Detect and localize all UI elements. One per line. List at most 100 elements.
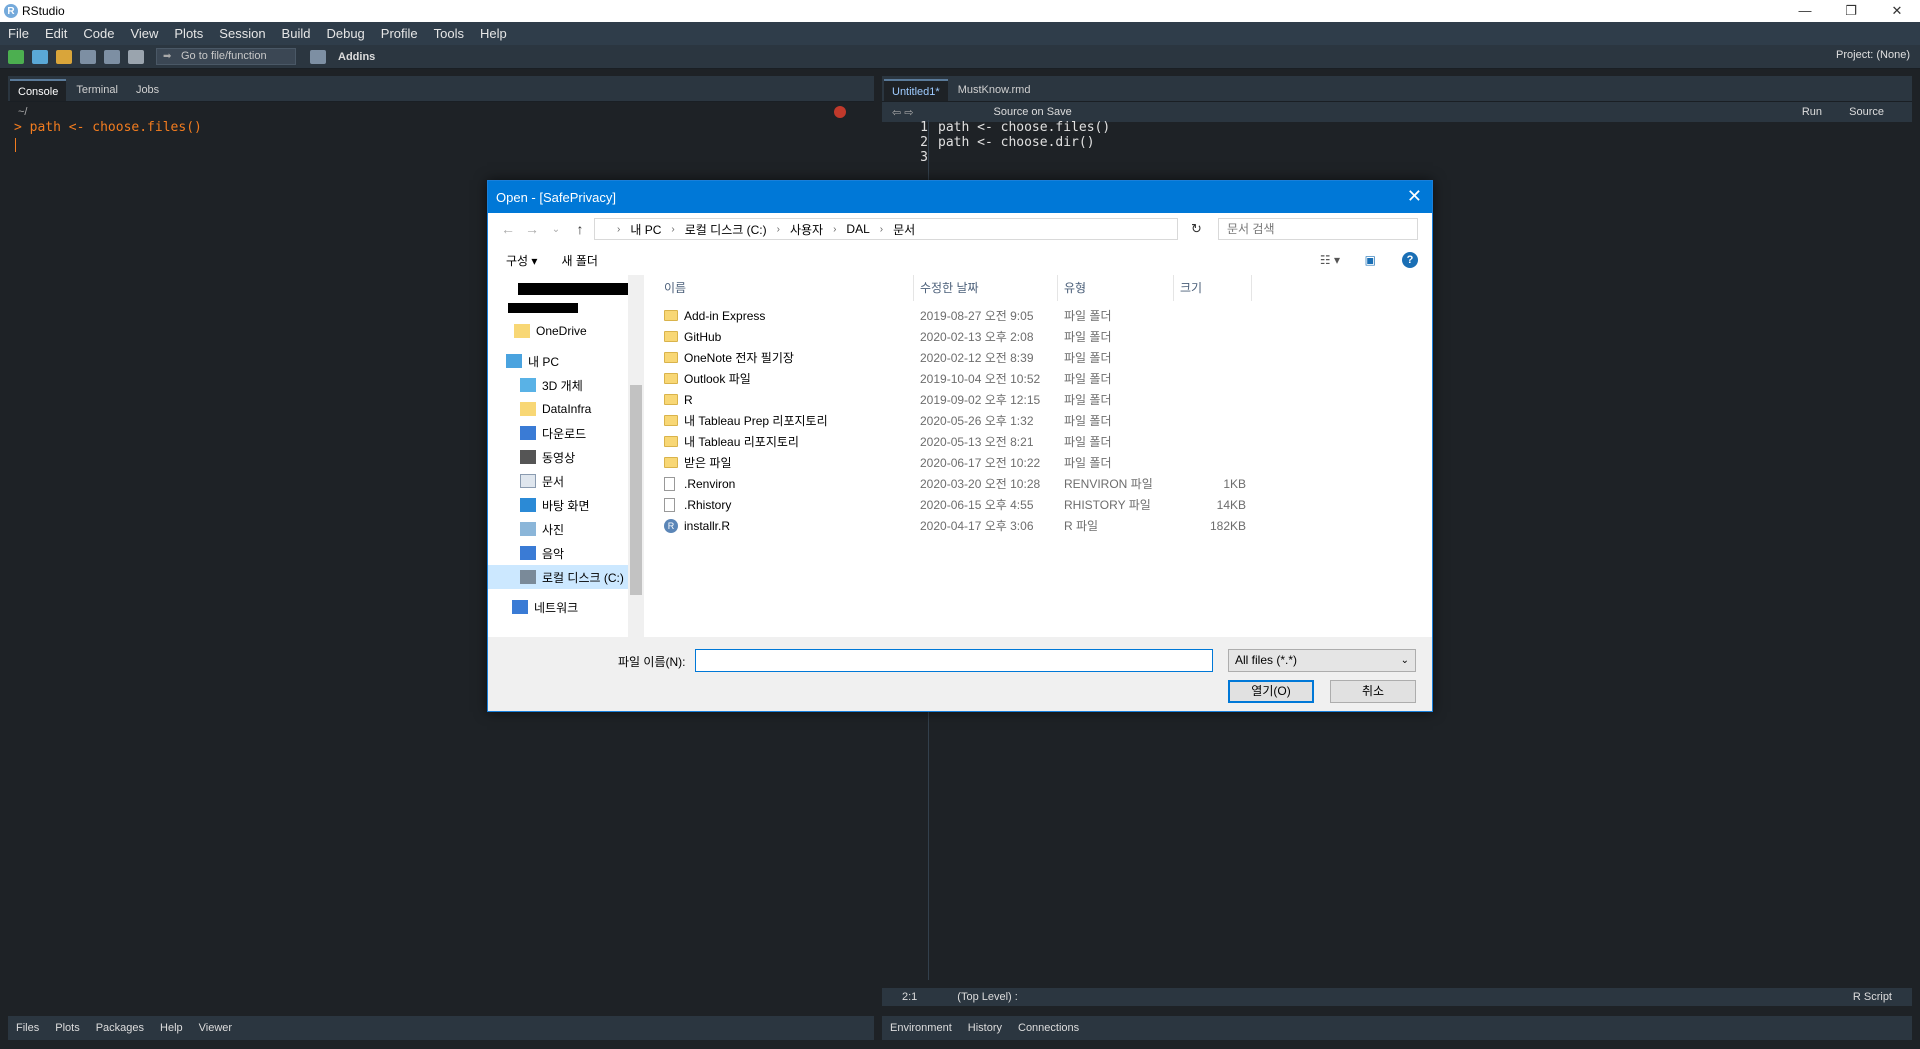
back-forward-icon[interactable]: ⇦ ⇨ bbox=[892, 106, 914, 119]
grid-icon[interactable] bbox=[310, 49, 326, 64]
file-row[interactable]: R 2019-09-02 오후 12:15 파일 폴더 bbox=[658, 389, 1432, 410]
filename-input[interactable] bbox=[695, 649, 1213, 672]
stop-icon[interactable] bbox=[834, 106, 846, 118]
column-size[interactable]: 크기 bbox=[1174, 274, 1252, 301]
refresh-icon[interactable]: ↻ bbox=[1191, 221, 1202, 237]
file-row[interactable]: 내 Tableau Prep 리포지토리 2020-05-26 오후 1:32 파일… bbox=[658, 410, 1432, 431]
file-type-select[interactable]: All files (*.*) ⌄ bbox=[1228, 649, 1416, 672]
nav-item-onedrive[interactable]: OneDrive bbox=[488, 319, 628, 343]
restore-button[interactable]: ❐ bbox=[1828, 0, 1874, 22]
file-row[interactable]: 받은 파일 2020-06-17 오전 10:22 파일 폴더 bbox=[658, 452, 1432, 473]
tab-mustknow[interactable]: MustKnow.rmd bbox=[950, 79, 1039, 101]
tab-untitled1[interactable]: Untitled1* bbox=[884, 79, 948, 101]
nav-item-videos[interactable]: 동영상 bbox=[488, 445, 628, 469]
file-row[interactable]: OneNote 전자 필기장 2020-02-12 오전 8:39 파일 폴더 bbox=[658, 347, 1432, 368]
tab-environment[interactable]: Environment bbox=[882, 1022, 960, 1034]
menu-plots[interactable]: Plots bbox=[166, 26, 211, 41]
console-cursor[interactable] bbox=[15, 138, 16, 152]
code-line[interactable]: path <- choose.dir() bbox=[938, 135, 1110, 150]
menu-session[interactable]: Session bbox=[211, 26, 273, 41]
tab-jobs[interactable]: Jobs bbox=[128, 79, 167, 101]
tab-terminal[interactable]: Terminal bbox=[68, 79, 126, 101]
new-folder-button[interactable]: 새 폴더 bbox=[561, 252, 597, 269]
source-on-save-checkbox[interactable]: Source on Save bbox=[994, 106, 1072, 118]
file-row[interactable]: 내 Tableau 리포지토리 2020-05-13 오전 8:21 파일 폴더 bbox=[658, 431, 1432, 452]
up-arrow-icon[interactable]: ↑ bbox=[568, 221, 592, 237]
run-button[interactable]: Run bbox=[1802, 106, 1822, 118]
menu-debug[interactable]: Debug bbox=[318, 26, 372, 41]
menu-help[interactable]: Help bbox=[472, 26, 515, 41]
nav-item-local-disk[interactable]: 로컬 디스크 (C:) bbox=[488, 565, 628, 589]
breadcrumb-item[interactable]: 문서 bbox=[893, 221, 915, 238]
save-all-icon[interactable] bbox=[104, 49, 120, 64]
goto-file-input[interactable]: Go to file/function bbox=[156, 48, 296, 65]
nav-scrollbar[interactable] bbox=[628, 275, 644, 637]
nav-item-3d[interactable]: 3D 개체 bbox=[488, 373, 628, 397]
tab-files[interactable]: Files bbox=[8, 1022, 47, 1034]
tab-connections[interactable]: Connections bbox=[1010, 1022, 1087, 1034]
dialog-close-icon[interactable]: ✕ bbox=[1407, 186, 1422, 207]
tab-console[interactable]: Console bbox=[10, 79, 67, 101]
menu-build[interactable]: Build bbox=[274, 26, 319, 41]
file-row[interactable]: Outlook 파일 2019-10-04 오전 10:52 파일 폴더 bbox=[658, 368, 1432, 389]
back-arrow-icon[interactable]: ← bbox=[496, 221, 520, 237]
file-row[interactable]: GitHub 2020-02-13 오후 2:08 파일 폴더 bbox=[658, 326, 1432, 347]
new-project-icon[interactable] bbox=[32, 49, 48, 64]
breadcrumb-item[interactable]: DAL bbox=[846, 222, 869, 236]
column-type[interactable]: 유형 bbox=[1058, 274, 1174, 301]
tab-help[interactable]: Help bbox=[152, 1022, 191, 1034]
file-type-indicator[interactable]: R Script bbox=[1853, 991, 1892, 1003]
tab-viewer[interactable]: Viewer bbox=[191, 1022, 240, 1034]
view-options-icon[interactable]: ☷ ▾ bbox=[1320, 253, 1340, 267]
nav-item-downloads[interactable]: 다운로드 bbox=[488, 421, 628, 445]
breadcrumb[interactable]: › 내 PC › 로컬 디스크 (C:) › 사용자 › DAL › 문서 bbox=[594, 218, 1178, 240]
tab-plots[interactable]: Plots bbox=[47, 1022, 87, 1034]
cancel-button[interactable]: 취소 bbox=[1330, 680, 1416, 703]
nav-item-documents[interactable]: 문서 bbox=[488, 469, 628, 493]
forward-arrow-icon[interactable]: → bbox=[520, 221, 544, 237]
file-row[interactable]: Add-in Express 2019-08-27 오전 9:05 파일 폴더 bbox=[658, 305, 1432, 326]
menu-file[interactable]: File bbox=[0, 26, 37, 41]
recent-dropdown-icon[interactable]: ⌄ bbox=[544, 224, 568, 235]
window-titlebar: R RStudio — ❐ ✕ bbox=[0, 0, 1920, 22]
line-number: 2 bbox=[920, 135, 928, 150]
nav-item-network[interactable]: 네트워크 bbox=[488, 595, 628, 619]
save-icon[interactable] bbox=[80, 49, 96, 64]
help-icon[interactable]: ? bbox=[1402, 252, 1418, 268]
preview-pane-icon[interactable]: ▣ bbox=[1365, 253, 1376, 267]
menu-code[interactable]: Code bbox=[75, 26, 122, 41]
menu-edit[interactable]: Edit bbox=[37, 26, 75, 41]
menu-view[interactable]: View bbox=[122, 26, 166, 41]
new-file-icon[interactable] bbox=[8, 49, 24, 64]
addins-menu[interactable]: Addins bbox=[338, 51, 375, 63]
file-row[interactable]: .Renviron 2020-03-20 오전 10:28 RENVIRON 파일 1… bbox=[658, 473, 1432, 494]
tab-packages[interactable]: Packages bbox=[88, 1022, 152, 1034]
organize-menu[interactable]: 구성 ▾ bbox=[506, 252, 537, 269]
nav-item-datainfra[interactable]: DataInfra bbox=[488, 397, 628, 421]
breadcrumb-item[interactable]: 사용자 bbox=[790, 221, 823, 238]
print-icon[interactable] bbox=[128, 49, 144, 64]
file-row[interactable]: .Rhistory 2020-06-15 오후 4:55 RHISTORY 파일 14… bbox=[658, 494, 1432, 515]
nav-item-music[interactable]: 음악 bbox=[488, 541, 628, 565]
nav-item-mypc[interactable]: 내 PC bbox=[488, 349, 628, 373]
open-button[interactable]: 열기(O) bbox=[1228, 680, 1314, 703]
column-name[interactable]: 이름 bbox=[658, 274, 914, 301]
close-window-button[interactable]: ✕ bbox=[1874, 0, 1920, 22]
nav-item-desktop[interactable]: 바탕 화면 bbox=[488, 493, 628, 517]
file-row[interactable]: Rinstallr.R 2020-04-17 오후 3:06 R 파일 182KB bbox=[658, 515, 1432, 536]
open-file-icon[interactable] bbox=[56, 49, 72, 64]
scope-indicator[interactable]: (Top Level) : bbox=[957, 991, 1018, 1003]
project-menu[interactable]: Project: (None) bbox=[1836, 49, 1910, 61]
nav-item-pictures[interactable]: 사진 bbox=[488, 517, 628, 541]
breadcrumb-item[interactable]: 로컬 디스크 (C:) bbox=[685, 221, 767, 238]
search-input[interactable]: 문서 검색 bbox=[1218, 218, 1418, 240]
minimize-button[interactable]: — bbox=[1782, 0, 1828, 22]
source-button[interactable]: Source bbox=[1849, 106, 1884, 118]
menu-profile[interactable]: Profile bbox=[373, 26, 426, 41]
column-date[interactable]: 수정한 날짜 bbox=[914, 274, 1058, 301]
code-line[interactable]: path <- choose.files() bbox=[938, 120, 1110, 135]
tab-history[interactable]: History bbox=[960, 1022, 1010, 1034]
breadcrumb-item[interactable]: 내 PC bbox=[630, 221, 661, 238]
menu-tools[interactable]: Tools bbox=[426, 26, 472, 41]
scrollbar-thumb[interactable] bbox=[630, 385, 642, 595]
